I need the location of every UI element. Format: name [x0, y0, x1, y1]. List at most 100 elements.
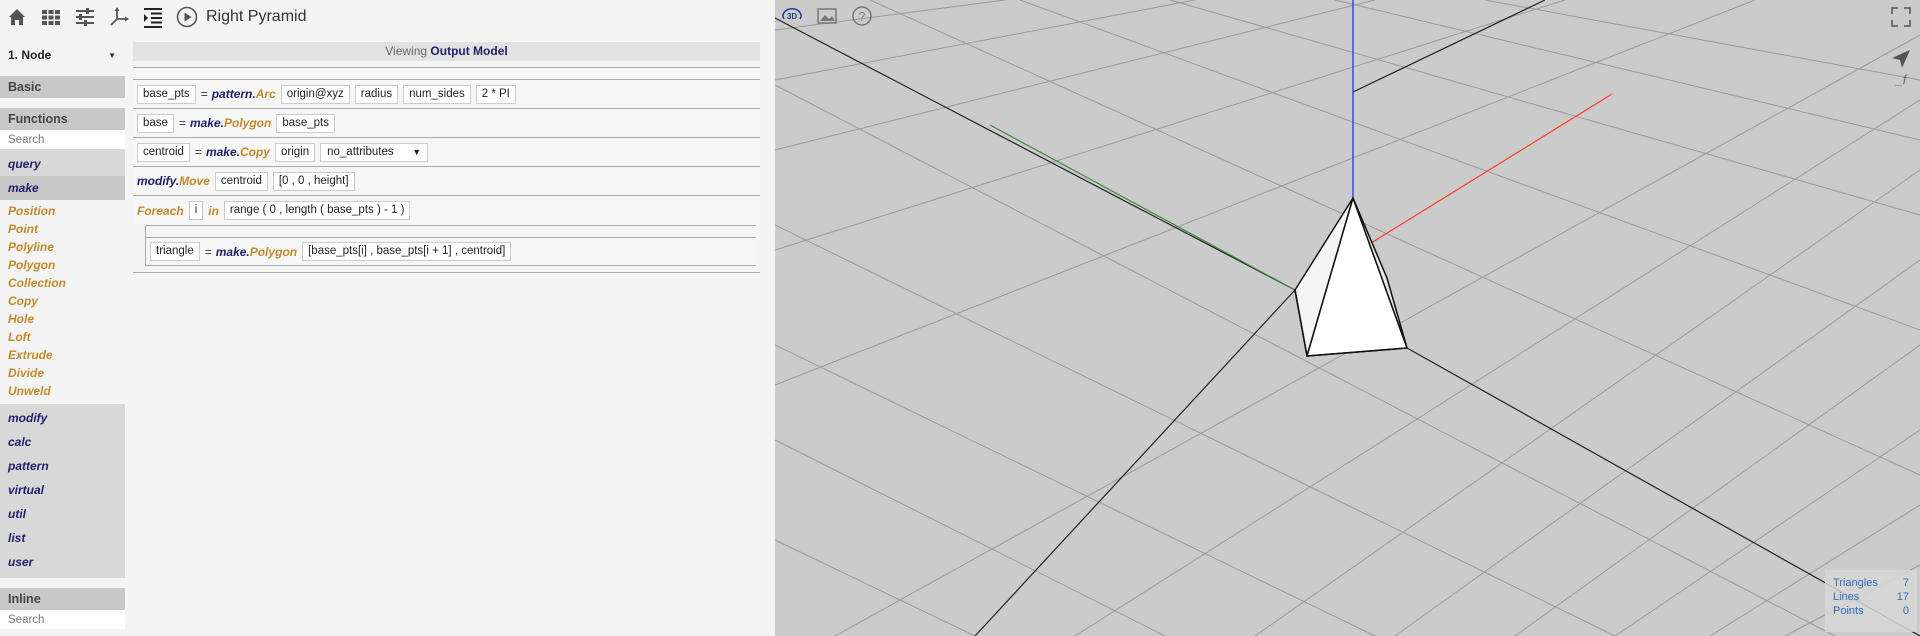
category-user[interactable]: user	[0, 550, 125, 574]
stat-value: 0	[1902, 605, 1909, 617]
category-list[interactable]: list	[0, 526, 125, 550]
in-keyword: in	[208, 203, 219, 218]
function-polygon[interactable]: Polygon	[0, 256, 125, 274]
function-loft[interactable]: Loft	[0, 328, 125, 346]
module-name: pattern.	[211, 87, 256, 101]
code-block: base_pts = pattern. Arc origin@xyz radius…	[133, 67, 760, 273]
function-hole[interactable]: Hole	[0, 310, 125, 328]
category-group-top: query make	[0, 149, 125, 200]
argument-input[interactable]: [0 , 0 , height]	[272, 171, 355, 191]
empty-row[interactable]	[133, 68, 760, 80]
attributes-dropdown[interactable]: no_attributes ▼	[320, 142, 429, 162]
variable-input[interactable]: triangle	[150, 242, 200, 261]
caret-down-icon: ▼	[108, 50, 116, 60]
play-icon[interactable]	[176, 6, 198, 28]
indent-icon[interactable]	[142, 6, 164, 28]
function-extrude[interactable]: Extrude	[0, 346, 125, 364]
functions-section-toggle[interactable]: Functions	[0, 108, 125, 130]
foreach-keyword: Foreach	[137, 203, 184, 218]
procedure-editor: Viewing Output Model base_pts = pattern.…	[133, 42, 760, 273]
top-toolbar: Right Pyramid	[0, 0, 775, 34]
procedure-line[interactable]: modify. Move centroid [0 , 0 , height]	[133, 167, 760, 196]
category-calc[interactable]: calc	[0, 430, 125, 454]
fullscreen-icon[interactable]	[1890, 6, 1912, 28]
image-icon[interactable]	[816, 5, 838, 27]
module-name: modify.	[137, 174, 180, 188]
node-select-value: 1. Node	[8, 48, 52, 62]
assign-operator: =	[204, 244, 212, 259]
svg-text:?: ?	[859, 10, 866, 24]
category-util[interactable]: util	[0, 502, 125, 526]
viewing-bar: Viewing Output Model	[133, 42, 760, 61]
function-polyline[interactable]: Polyline	[0, 238, 125, 256]
stat-label: Lines	[1833, 591, 1860, 603]
app-root: Right Pyramid 1. Node ▼ Basic Functions …	[0, 0, 1920, 636]
category-virtual[interactable]: virtual	[0, 478, 125, 502]
variable-input[interactable]: centroid	[137, 142, 190, 162]
procedure-line[interactable]: centroid = make. Copy origin no_attribute…	[133, 138, 760, 167]
stat-label: Triangles	[1833, 577, 1878, 589]
foreach-body: triangle = make. Polygon [base_pts[i] , b…	[145, 225, 756, 266]
category-group-bottom: modify calc pattern virtual util list us…	[0, 404, 125, 578]
send-icon[interactable]	[1890, 48, 1912, 70]
function-unweld[interactable]: Unweld	[0, 382, 125, 400]
argument-input[interactable]: base_pts	[276, 113, 336, 133]
sliders-icon[interactable]	[74, 6, 96, 28]
function-name: Polygon	[223, 116, 272, 130]
argument-input[interactable]: origin@xyz	[280, 84, 350, 104]
function-search-input[interactable]	[0, 130, 125, 149]
argument-input[interactable]: radius	[354, 84, 399, 104]
procedure-line[interactable]: base_pts = pattern. Arc origin@xyz radius…	[133, 80, 760, 109]
foreach-line[interactable]: Foreach i in range ( 0 , length ( base_p…	[133, 196, 760, 225]
function-position[interactable]: Position	[0, 202, 125, 220]
function-name: Move	[179, 174, 210, 188]
3d-viewer[interactable]: 3D ? _f Triangles 7 Lines 17 Points 0	[775, 0, 1920, 636]
3d-view-label: 3D	[787, 12, 797, 21]
function-icon[interactable]: _f	[1890, 72, 1912, 94]
viewing-prefix: Viewing	[385, 44, 428, 58]
argument-input[interactable]: origin	[274, 142, 316, 162]
viewing-model[interactable]: Output Model	[430, 44, 507, 58]
3d-view-icon[interactable]: 3D	[781, 4, 803, 26]
function-collection[interactable]: Collection	[0, 274, 125, 292]
inline-section-toggle[interactable]: Inline	[0, 588, 125, 610]
inline-search-input[interactable]	[0, 610, 125, 629]
grid-icon[interactable]	[40, 6, 62, 28]
stat-label: Points	[1833, 605, 1864, 617]
function-divide[interactable]: Divide	[0, 364, 125, 382]
help-icon[interactable]: ?	[851, 5, 873, 27]
stat-lines: Lines 17	[1833, 590, 1909, 604]
argument-input[interactable]: num_sides	[403, 84, 471, 104]
procedure-line[interactable]: base = make. Polygon base_pts	[133, 109, 760, 138]
stat-triangles: Triangles 7	[1833, 576, 1909, 590]
category-make[interactable]: make	[0, 176, 125, 200]
variable-input[interactable]: base	[137, 113, 174, 133]
procedure-line[interactable]: triangle = make. Polygon [base_pts[i] , b…	[146, 238, 756, 266]
variable-input[interactable]: base_pts	[137, 84, 196, 104]
argument-input[interactable]: [base_pts[i] , base_pts[i + 1] , centroi…	[302, 242, 512, 261]
argument-input[interactable]: centroid	[214, 171, 268, 191]
stat-value: 7	[1902, 577, 1909, 589]
function-point[interactable]: Point	[0, 220, 125, 238]
assign-operator: =	[200, 87, 208, 101]
home-icon[interactable]	[6, 6, 28, 28]
stat-value: 17	[1896, 591, 1909, 603]
category-modify[interactable]: modify	[0, 406, 125, 430]
function-name: Arc	[255, 87, 276, 101]
category-pattern[interactable]: pattern	[0, 454, 125, 478]
make-function-list: Position Point Polyline Polygon Collecti…	[0, 200, 125, 404]
function-copy[interactable]: Copy	[0, 292, 125, 310]
pyramid-model[interactable]	[1294, 197, 1408, 357]
basic-section-toggle[interactable]: Basic	[0, 76, 125, 98]
function-name: Polygon	[249, 244, 298, 259]
function-sidebar: 1. Node ▼ Basic Functions query make Pos…	[0, 40, 125, 636]
node-select[interactable]: 1. Node ▼	[0, 40, 125, 70]
assign-operator: =	[194, 145, 202, 159]
loop-range-input[interactable]: range ( 0 , length ( base_pts ) - 1 )	[223, 201, 411, 220]
argument-input[interactable]: 2 * PI	[475, 84, 516, 104]
axes-icon[interactable]	[108, 6, 130, 28]
function-name: Copy	[239, 145, 270, 159]
category-query[interactable]: query	[0, 152, 125, 176]
loop-variable-input[interactable]: i	[188, 201, 204, 220]
3d-scene[interactable]	[775, 0, 1920, 636]
